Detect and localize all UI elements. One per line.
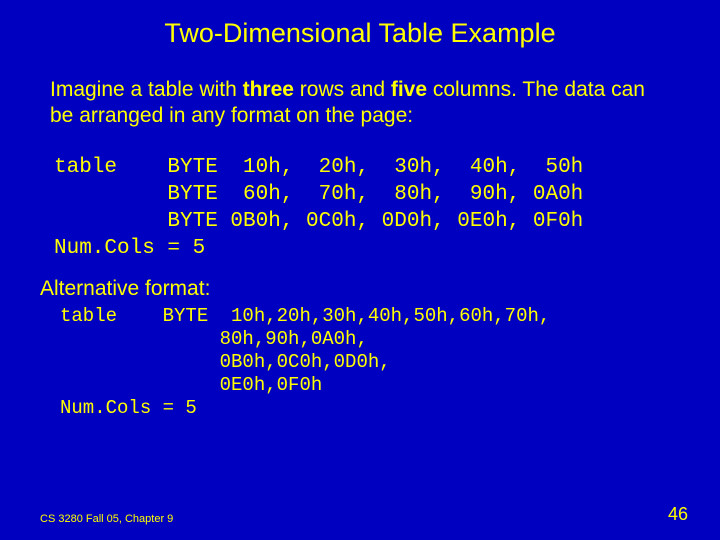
code2-line-2: 80h,90h,0A0h,: [60, 328, 368, 350]
intro-paragraph: Imagine a table with three rows and five…: [0, 49, 720, 130]
code1-line-3: BYTE 0B0h, 0C0h, 0D0h, 0E0h, 0F0h: [54, 210, 583, 233]
code2-line-5: Num.Cols = 5: [60, 397, 197, 419]
intro-bold-three: three: [243, 78, 294, 101]
code-block-1: table BYTE 10h, 20h, 30h, 40h, 50h BYTE …: [0, 130, 720, 263]
footer-page-number: 46: [668, 504, 688, 525]
footer-course-info: CS 3280 Fall 05, Chapter 9: [40, 513, 173, 525]
code2-line-3: 0B0h,0C0h,0D0h,: [60, 351, 391, 373]
intro-text-1: Imagine a table with: [50, 78, 243, 101]
code1-line-1: table BYTE 10h, 20h, 30h, 40h, 50h: [54, 156, 583, 179]
code1-line-4: Num.Cols = 5: [54, 237, 205, 260]
code1-line-2: BYTE 60h, 70h, 80h, 90h, 0A0h: [54, 183, 583, 206]
slide-title: Two-Dimensional Table Example: [0, 0, 720, 49]
intro-text-2: rows and: [294, 78, 391, 101]
intro-bold-five: five: [391, 78, 427, 101]
code2-line-1: table BYTE 10h,20h,30h,40h,50h,60h,70h,: [60, 305, 550, 327]
code2-line-4: 0E0h,0F0h: [60, 374, 322, 396]
alternative-label: Alternative format:: [0, 263, 720, 301]
code-block-2: table BYTE 10h,20h,30h,40h,50h,60h,70h, …: [0, 301, 720, 421]
